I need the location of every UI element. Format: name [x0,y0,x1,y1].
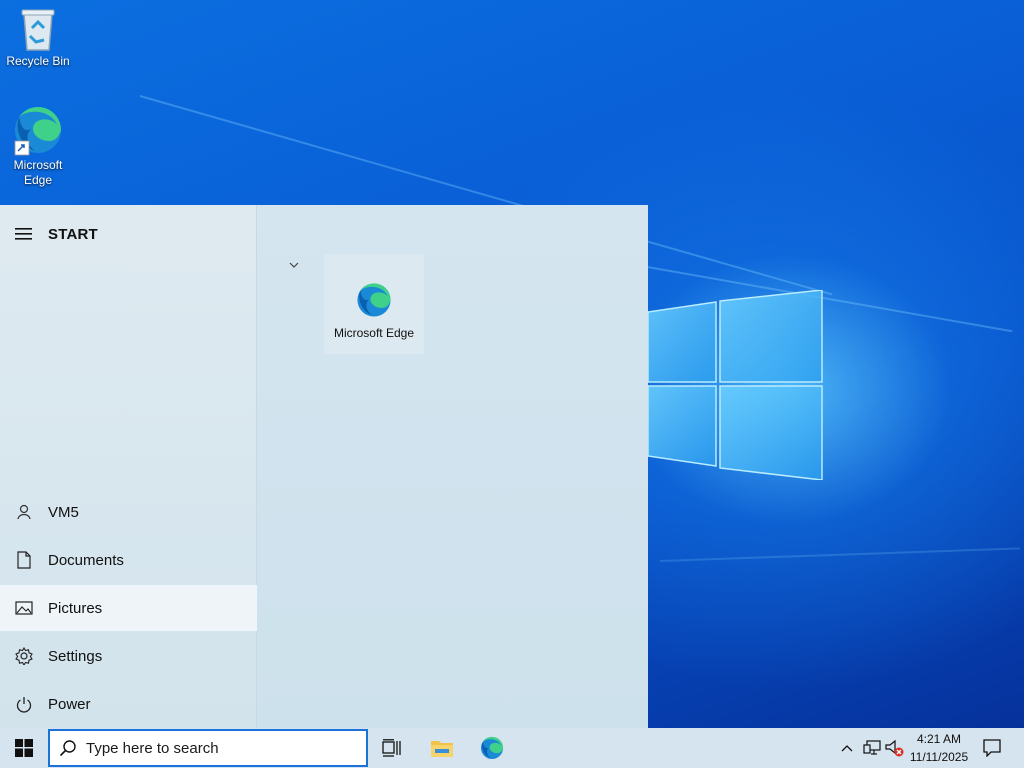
user-icon [0,504,48,520]
network-icon [863,740,881,755]
power-icon [0,696,48,713]
tile-label: Microsoft Edge [333,326,415,340]
tile-microsoft-edge[interactable]: Microsoft Edge [324,254,424,354]
edge-icon [480,736,504,760]
desktop-icon-edge[interactable]: Microsoft Edge [0,104,76,188]
start-menu-title: START [48,225,98,243]
sidebar-item-documents[interactable]: Documents [0,537,257,583]
taskbar: 4:21 AM 11/11/2025 [0,728,1024,768]
search-icon [50,739,86,757]
windows-wallpaper-logo [648,290,823,480]
show-hidden-icons-button[interactable] [836,728,858,768]
windows-start-icon [15,739,33,757]
light-beam [659,547,1020,562]
edge-icon [14,106,62,156]
edge-desktop-label: Microsoft Edge [13,158,63,187]
taskbar-search-box[interactable] [48,729,368,767]
clock-date: 11/11/2025 [909,750,969,764]
chevron-down-icon [289,262,299,268]
sidebar-item-pictures[interactable]: Pictures [0,585,257,631]
hamburger-menu-icon[interactable] [0,227,48,241]
start-menu-header: START [0,217,257,251]
sidebar-item-label: Pictures [48,599,103,617]
edge-icon [357,283,391,317]
start-menu-tiles-area [257,205,648,728]
sidebar-item-label: Documents [48,551,124,569]
sidebar-item-label: Settings [48,647,103,665]
clock[interactable]: 4:21 AM 11/11/2025 [906,730,972,766]
clock-time: 4:21 AM [916,732,962,746]
notification-icon [983,739,1001,757]
desktop-icon-recycle-bin[interactable]: Recycle Bin [0,6,76,69]
volume-button[interactable] [884,728,906,768]
recycle-bin-label: Recycle Bin [6,54,70,68]
start-menu: START VM5 Documents Pictures Settings Po… [0,205,648,728]
start-menu-sidebar: START VM5 Documents Pictures Settings Po… [0,205,257,728]
action-center-button[interactable] [976,728,1008,768]
volume-muted-icon [885,739,904,757]
sidebar-item-label: Power [48,695,91,713]
task-view-icon [382,739,401,757]
search-input[interactable] [86,739,356,757]
network-button[interactable] [860,728,884,768]
file-explorer-button[interactable] [422,728,462,768]
sidebar-item-label: VM5 [48,503,79,521]
chevron-up-icon [841,745,853,752]
file-explorer-icon [431,741,453,757]
tile-group-collapse-chevron[interactable] [286,257,302,273]
recycle-bin-icon [21,9,55,51]
edge-taskbar-button[interactable] [472,728,512,768]
gear-icon [0,647,48,665]
sidebar-item-settings[interactable]: Settings [0,633,257,679]
sidebar-item-power[interactable]: Power [0,681,257,727]
task-view-button[interactable] [372,728,412,768]
sidebar-item-user[interactable]: VM5 [0,489,257,535]
pictures-icon [0,601,48,615]
start-button[interactable] [0,728,48,768]
document-icon [0,551,48,569]
